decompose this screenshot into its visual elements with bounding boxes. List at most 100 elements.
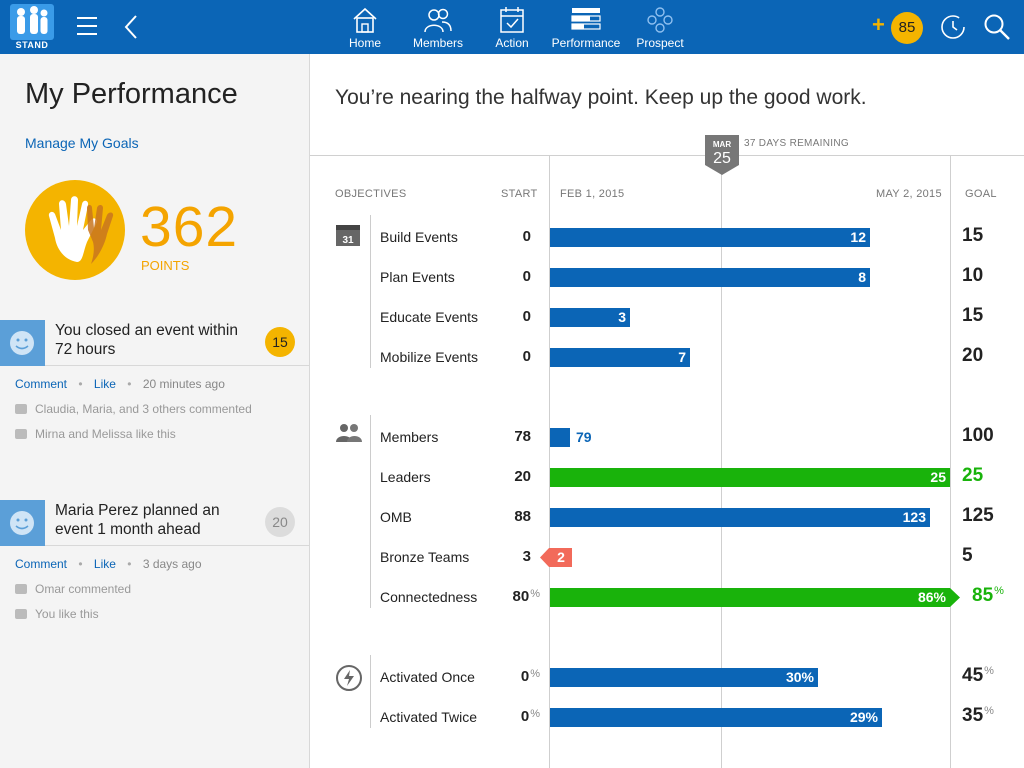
objective-label[interactable]: Bronze Teams [380, 549, 469, 565]
avatar [0, 320, 45, 366]
objective-goal: 85% [972, 585, 1004, 606]
like-link[interactable]: Like [94, 557, 116, 571]
performance-panel: You’re nearing the halfway point. Keep u… [310, 54, 1024, 768]
nav-home-label: Home [348, 36, 381, 50]
objective-progress-bar[interactable]: 86% [550, 588, 950, 607]
objective-current: 79 [576, 429, 592, 445]
likes-text: You like this [35, 607, 99, 621]
nav-performance-label: Performance [551, 36, 621, 50]
nav-action[interactable]: Action [490, 0, 534, 54]
nav-home[interactable]: Home [343, 0, 387, 54]
objective-label[interactable]: Plan Events [380, 269, 455, 285]
svg-text:31: 31 [342, 235, 354, 246]
objective-goal: 10 [962, 265, 984, 286]
end-line [950, 155, 951, 768]
comment-icon [15, 404, 27, 414]
comments-summary[interactable]: Claudia, Maria, and 3 others commented [15, 402, 252, 416]
objective-progress-bar[interactable]: 123 [550, 508, 930, 527]
objective-progress-bar[interactable] [550, 428, 570, 447]
objective-goal: 20 [962, 345, 984, 366]
points-badge[interactable]: 85 [891, 12, 923, 44]
people-icon [336, 424, 362, 442]
likes-summary[interactable]: Mirna and Melissa like this [15, 427, 176, 441]
stand-logo[interactable]: STAND [10, 4, 54, 50]
activity-time: 3 days ago [142, 557, 202, 571]
nav-action-label: Action [495, 36, 529, 50]
objective-progress-bar[interactable]: 30% [550, 668, 818, 687]
comments-summary[interactable]: Omar commented [15, 582, 131, 596]
back-icon[interactable] [122, 14, 140, 40]
col-objectives: OBJECTIVES [335, 188, 407, 200]
activity-item: Maria Perez planned an event 1 month ahe… [0, 500, 309, 640]
activity-header[interactable]: You closed an event within 72 hours 15 [0, 320, 309, 366]
objective-label[interactable]: Connectedness [380, 589, 477, 605]
objective-goal: 125 [962, 505, 994, 526]
objective-start: 3 [522, 548, 531, 565]
high-five-icon [48, 196, 114, 264]
objective-progress-bar[interactable]: 8 [550, 268, 870, 287]
nav-members-label: Members [412, 36, 463, 50]
objective-progress-bar[interactable]: 25 [550, 468, 950, 487]
objective-start: 0 [522, 268, 531, 285]
objective-current: 25 [930, 469, 946, 485]
activity-header[interactable]: Maria Perez planned an event 1 month ahe… [0, 500, 309, 546]
comment-link[interactable]: Comment [15, 377, 67, 391]
objective-current: 8 [858, 269, 866, 285]
activity-title: Maria Perez planned an event 1 month ahe… [55, 502, 220, 538]
objective-current: 123 [902, 509, 926, 525]
group-bracket [370, 415, 371, 608]
search-icon[interactable] [983, 13, 1011, 41]
points-circle [25, 180, 125, 280]
comment-link[interactable]: Comment [15, 557, 67, 571]
objective-start: 78 [514, 428, 531, 445]
objective-progress-bar[interactable]: 3 [550, 308, 630, 327]
nav-members[interactable]: Members [410, 0, 466, 54]
likes-summary[interactable]: You like this [15, 607, 99, 621]
objective-goal: 25 [962, 465, 984, 486]
today-marker: MAR 25 [705, 135, 739, 175]
group-bracket [370, 215, 371, 368]
thumbs-up-icon [15, 429, 27, 439]
objective-label[interactable]: Leaders [380, 469, 431, 485]
col-from-date: FEB 1, 2015 [560, 188, 625, 200]
objective-start: 0 [522, 308, 531, 325]
objective-label[interactable]: Build Events [380, 229, 458, 245]
objective-goal: 100 [962, 425, 994, 446]
points-label: POINTS [141, 258, 190, 273]
activity-actions: Comment • Like • 20 minutes ago [15, 377, 225, 391]
manage-goals-link[interactable]: Manage My Goals [25, 135, 139, 151]
objective-goal: 15 [962, 305, 984, 326]
objective-start: 0 [522, 348, 531, 365]
objective-label[interactable]: Mobilize Events [380, 349, 478, 365]
logo-figures-icon [10, 4, 54, 40]
logo-text: STAND [15, 40, 49, 50]
objective-label[interactable]: Activated Twice [380, 709, 477, 725]
prospect-icon [647, 7, 673, 33]
col-start: START [501, 188, 538, 200]
objective-current: 12 [850, 229, 866, 245]
nav-performance[interactable]: Performance [550, 0, 622, 54]
objective-label[interactable]: Members [380, 429, 438, 445]
objective-goal: 45% [962, 665, 994, 686]
objective-label[interactable]: OMB [380, 509, 412, 525]
top-bar: STAND Home Members Action Performance Pr… [0, 0, 1024, 54]
objective-current: 2 [557, 549, 565, 565]
objective-progress-bar[interactable]: 29% [550, 708, 882, 727]
objective-current: 86% [917, 589, 946, 605]
page-title: My Performance [25, 78, 238, 110]
objective-label[interactable]: Activated Once [380, 669, 475, 685]
nav-prospect[interactable]: Prospect [633, 0, 687, 54]
activity-item: You closed an event within 72 hours 15 C… [0, 320, 309, 460]
objective-progress-bar[interactable]: 12 [550, 228, 870, 247]
objective-progress-bar[interactable]: 7 [550, 348, 690, 367]
history-icon[interactable] [940, 12, 966, 42]
objective-decline-badge: 2 [540, 548, 572, 567]
add-icon[interactable]: + [872, 12, 885, 38]
col-to-date: MAY 2, 2015 [876, 188, 942, 200]
menu-icon[interactable] [77, 17, 97, 35]
comment-icon [15, 584, 27, 594]
lightning-icon [336, 665, 362, 691]
marker-month: MAR [713, 140, 731, 149]
objective-label[interactable]: Educate Events [380, 309, 478, 325]
like-link[interactable]: Like [94, 377, 116, 391]
